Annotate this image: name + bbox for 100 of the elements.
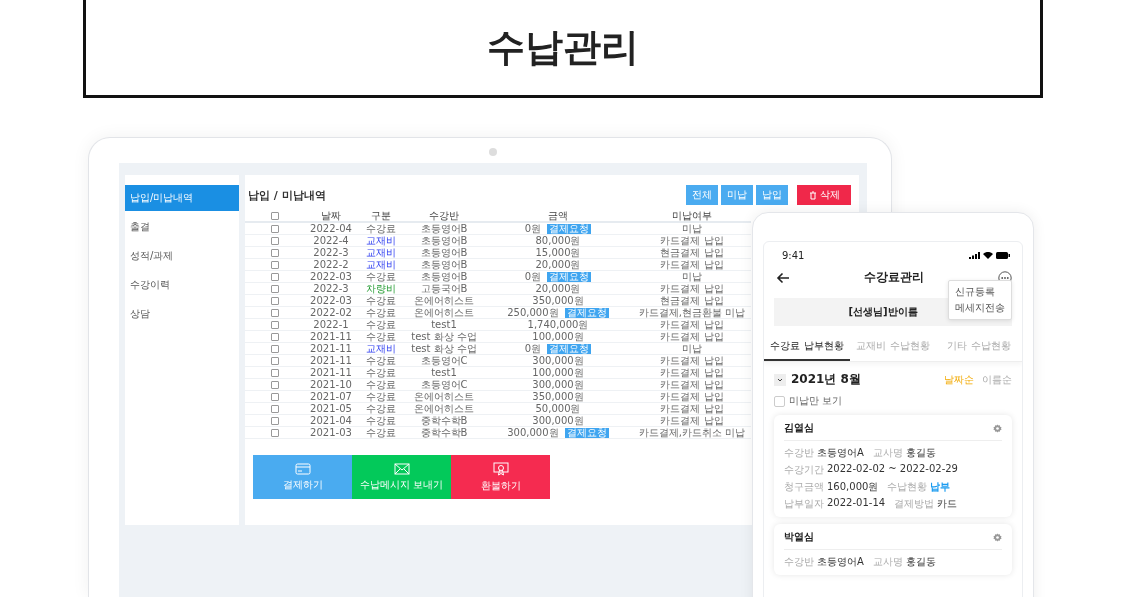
amount-text: 350,000원: [532, 391, 584, 402]
back-arrow-icon[interactable]: [776, 271, 790, 284]
sidebar-item[interactable]: 납입/미납내역: [125, 185, 239, 211]
filter-button[interactable]: 납입: [756, 185, 788, 205]
field-label: 수강반: [784, 555, 814, 569]
table-cell: 교재비: [357, 234, 405, 247]
select-all-checkbox[interactable]: [271, 211, 279, 220]
row-checkbox[interactable]: [271, 273, 279, 281]
screen-title: 수강료관리: [864, 269, 924, 286]
student-name: 박열심: [784, 530, 814, 544]
table-cell: 수강료: [357, 402, 405, 415]
row-checkbox[interactable]: [271, 405, 279, 413]
tab[interactable]: 수강료 납부현황: [764, 334, 850, 361]
row-checkbox[interactable]: [271, 333, 279, 341]
field-value: 2022-02-02 ~ 2022-02-29: [827, 463, 958, 476]
settings-icon[interactable]: [993, 423, 1002, 433]
row-checkbox[interactable]: [271, 309, 279, 317]
table-cell: test1: [405, 366, 483, 379]
row-checkbox[interactable]: [271, 285, 279, 293]
table-cell: 카드결제 납입: [633, 330, 751, 343]
field-value: 홍길동: [905, 555, 936, 569]
row-checkbox[interactable]: [271, 381, 279, 389]
payment-request-button[interactable]: 결제요청: [564, 308, 609, 318]
table-cell: 카드결제 납입: [633, 258, 751, 271]
settings-icon[interactable]: [993, 532, 1002, 542]
field-value: 납부: [930, 480, 951, 494]
tab[interactable]: 기타 수납현황: [936, 334, 1022, 361]
row-checkbox[interactable]: [271, 417, 279, 425]
table-cell: 현금결제 납입: [633, 294, 751, 307]
row-checkbox[interactable]: [271, 297, 279, 305]
table-cell: 카드결제 납입: [633, 402, 751, 415]
sort-option[interactable]: 이름순: [982, 372, 1012, 387]
table-cell: test1: [405, 318, 483, 331]
sidebar-item[interactable]: 수강이력: [125, 272, 239, 298]
table-cell: 수강료: [357, 414, 405, 427]
tab[interactable]: 교재비 수납현황: [850, 334, 936, 361]
row-checkbox[interactable]: [271, 225, 279, 233]
amount-text: 100,000원: [532, 331, 584, 342]
table-cell: 2022-1: [305, 318, 357, 331]
table-cell: 2021-11: [305, 342, 357, 355]
table-cell: 초등영어C: [405, 378, 483, 391]
sort-option[interactable]: 날짜순: [944, 372, 974, 387]
amount-text: 300,000원: [507, 427, 559, 438]
chevron-down-icon[interactable]: [774, 373, 786, 386]
delete-button[interactable]: 삭제: [797, 185, 851, 205]
table-cell: 미납: [633, 222, 751, 235]
table-cell: 수강료: [357, 354, 405, 367]
action-button[interactable]: 수납메시지 보내기: [352, 455, 451, 499]
table-cell: 초등영어B: [405, 222, 483, 235]
row-checkbox[interactable]: [271, 261, 279, 269]
row-checkbox[interactable]: [271, 321, 279, 329]
menu-item[interactable]: 메세지전송: [955, 300, 1005, 316]
sidebar-item[interactable]: 상담: [125, 301, 239, 327]
table-cell: 수강료: [357, 294, 405, 307]
table-cell: 카드결제 납입: [633, 234, 751, 247]
amount-text: 300,000원: [532, 379, 584, 390]
month-label: 2021년 8월: [791, 371, 861, 388]
card-icon: [294, 462, 311, 475]
table-cell: 온에어히스트: [405, 294, 483, 307]
action-button[interactable]: 결제하기: [253, 455, 352, 499]
column-header: 금액: [483, 209, 633, 222]
column-header: 구분: [357, 209, 405, 222]
table-cell: 교재비: [357, 342, 405, 355]
filter-button[interactable]: 전체: [686, 185, 718, 205]
table-cell: 카드결제 납입: [633, 318, 751, 331]
table-cell: 2021-11: [305, 330, 357, 343]
row-checkbox[interactable]: [271, 345, 279, 353]
payment-request-button[interactable]: 결제요청: [547, 272, 592, 282]
field-value: 카드: [937, 497, 958, 511]
row-checkbox[interactable]: [271, 237, 279, 245]
sidebar-item[interactable]: 출결: [125, 214, 239, 240]
table-cell: 2021-03: [305, 426, 357, 439]
row-checkbox[interactable]: [271, 357, 279, 365]
field-label: 수강기간: [784, 463, 824, 477]
table-cell: 수강료: [357, 426, 405, 439]
payment-request-button[interactable]: 결제요청: [547, 344, 592, 354]
battery-icon: [996, 252, 1010, 259]
table-cell: 카드결제 납입: [633, 282, 751, 295]
row-checkbox[interactable]: [271, 369, 279, 377]
amount-text: 20,000원: [535, 283, 581, 294]
table-cell: 초등영어B: [405, 246, 483, 259]
table-cell: 2022-3: [305, 246, 357, 259]
row-checkbox[interactable]: [271, 429, 279, 437]
table-cell: 미납: [633, 270, 751, 283]
payment-request-button[interactable]: 결제요청: [564, 428, 609, 438]
field-value: 초등영어A: [817, 446, 864, 460]
filter-button[interactable]: 미납: [721, 185, 753, 205]
table-cell: test 화상 수업: [405, 330, 483, 343]
row-checkbox[interactable]: [271, 249, 279, 257]
row-checkbox[interactable]: [271, 393, 279, 401]
table-cell: 2022-02: [305, 306, 357, 319]
table-cell: 고등국어B: [405, 282, 483, 295]
action-button[interactable]: 환불하기: [451, 455, 550, 499]
table-cell: 2021-10: [305, 378, 357, 391]
payment-request-button[interactable]: 결제요청: [547, 224, 592, 234]
sidebar-item[interactable]: 성적/과제: [125, 243, 239, 269]
amount-text: 0원: [524, 343, 542, 354]
checkbox[interactable]: [774, 395, 785, 407]
field-value: 2022-01-14: [827, 497, 886, 510]
menu-item[interactable]: 신규등록: [955, 284, 1005, 300]
